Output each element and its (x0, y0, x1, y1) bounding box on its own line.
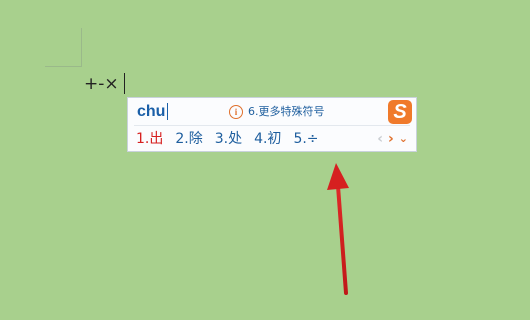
annotation-arrow-icon (327, 163, 349, 295)
